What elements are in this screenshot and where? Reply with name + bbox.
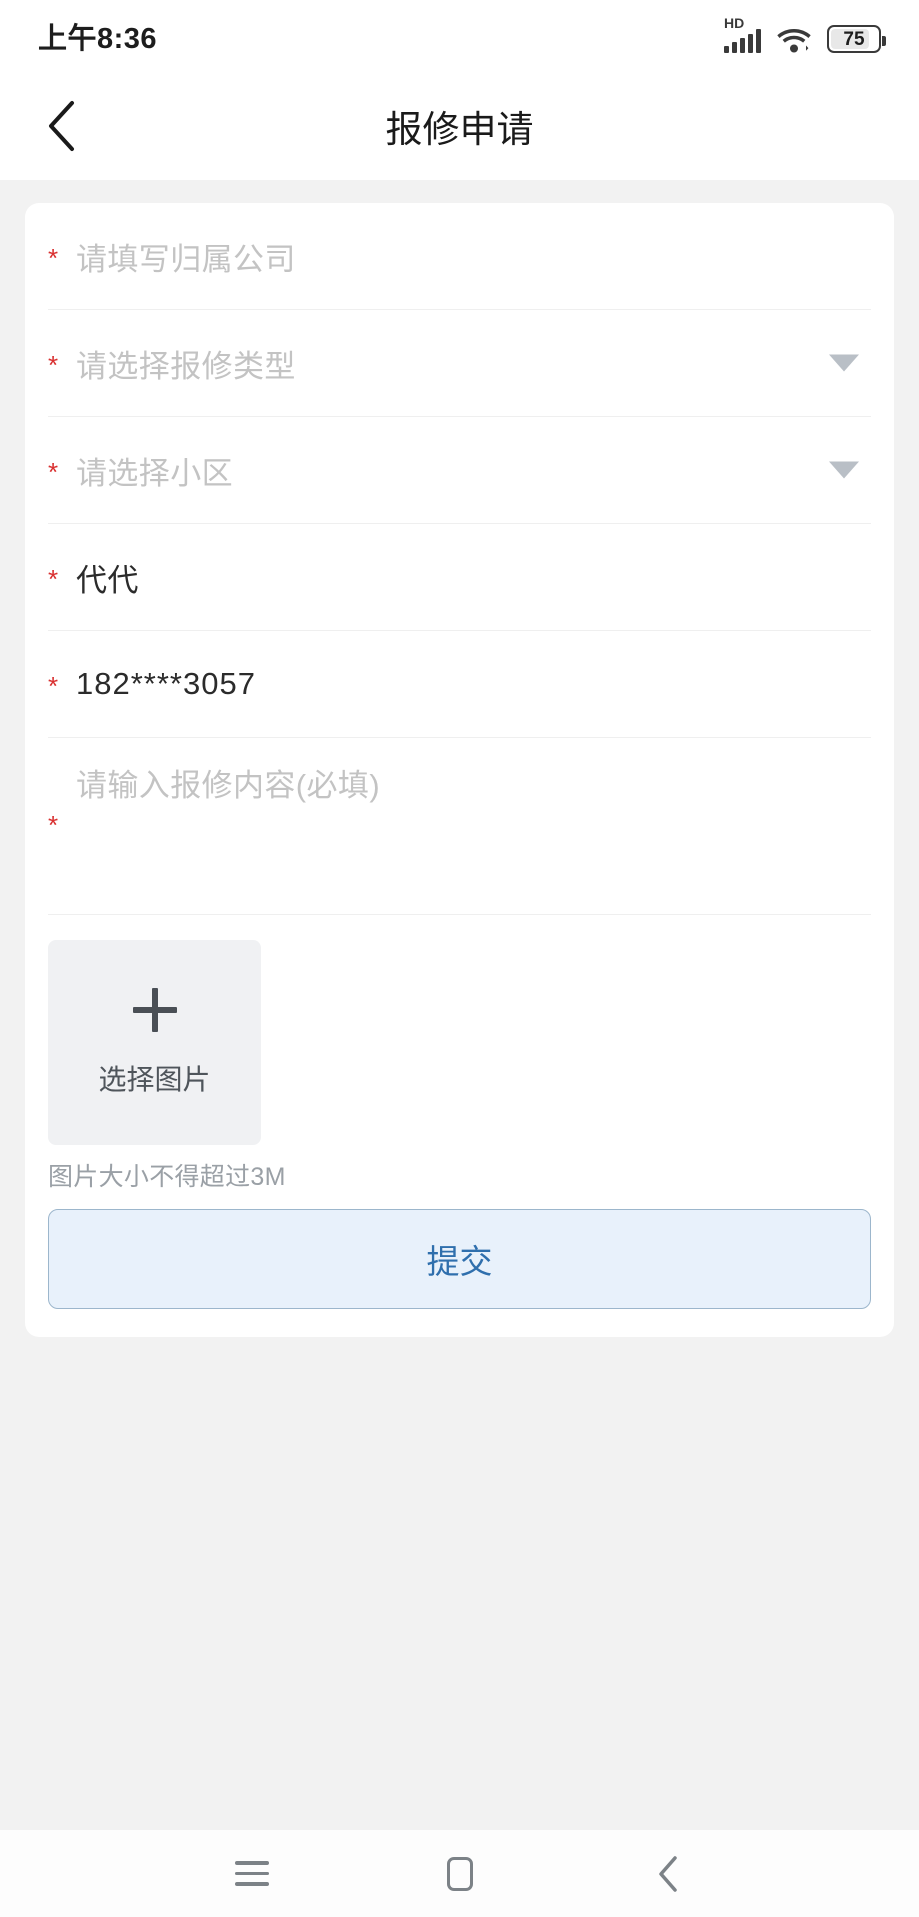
status-bar-time: 上午8:36 [38,15,157,57]
field-repair-content[interactable]: 请输入报修内容(必填) * [48,738,871,915]
home-button[interactable] [420,1842,500,1906]
system-navigation-bar [0,1830,919,1917]
header-back-button[interactable] [26,91,96,161]
field-contact-phone[interactable]: * 182****3057 [48,631,871,738]
caret-down-icon[interactable] [829,355,859,372]
community-select-placeholder[interactable]: 请选择小区 [76,448,233,493]
chevron-left-icon [657,1855,679,1893]
app-header: 报修申请 [0,72,919,180]
page-title: 报修申请 [0,99,919,153]
field-company[interactable]: * 请填写归属公司 [48,203,871,310]
repair-type-select-placeholder[interactable]: 请选择报修类型 [76,341,296,386]
company-input-placeholder[interactable]: 请填写归属公司 [76,234,296,279]
contact-name-value[interactable]: 代代 [76,555,139,600]
menu-icon [235,1861,269,1886]
field-repair-type[interactable]: * 请选择报修类型 [48,310,871,417]
battery-icon: 75 [827,25,881,53]
submit-button[interactable]: 提交 [48,1209,871,1309]
repair-content-placeholder[interactable]: 请输入报修内容(必填) [48,760,871,805]
hd-label: HD [724,16,744,30]
image-picker-row: 选择图片 [48,915,871,1145]
signal-bars-icon: HD [724,19,761,53]
recents-button[interactable] [212,1842,292,1906]
wifi-icon [777,25,811,53]
battery-level-label: 75 [843,30,864,49]
square-icon [447,1857,473,1891]
system-back-button[interactable] [628,1842,708,1906]
contact-phone-value[interactable]: 182****3057 [76,666,256,702]
select-image-button[interactable]: 选择图片 [48,940,261,1145]
required-asterisk: * [48,812,58,838]
upload-size-hint: 图片大小不得超过3M [48,1145,871,1209]
signal-bars-glyph [724,29,761,53]
field-community[interactable]: * 请选择小区 [48,417,871,524]
plus-icon [133,988,177,1032]
repair-request-card: * 请填写归属公司 * 请选择报修类型 * 请选择小区 * 代代 * 182**… [25,203,894,1337]
required-asterisk: * [48,669,76,699]
required-asterisk: * [48,562,76,592]
phone-screen: 上午8:36 HD 75 [0,0,919,1917]
required-asterisk: * [48,348,76,378]
required-asterisk: * [48,455,76,485]
select-image-label: 选择图片 [98,1058,210,1098]
status-bar: 上午8:36 HD 75 [0,0,919,72]
caret-down-icon[interactable] [829,462,859,479]
chevron-left-icon [46,100,76,152]
field-contact-name[interactable]: * 代代 [48,524,871,631]
required-asterisk: * [48,241,76,271]
status-bar-icons: HD 75 [724,19,881,53]
